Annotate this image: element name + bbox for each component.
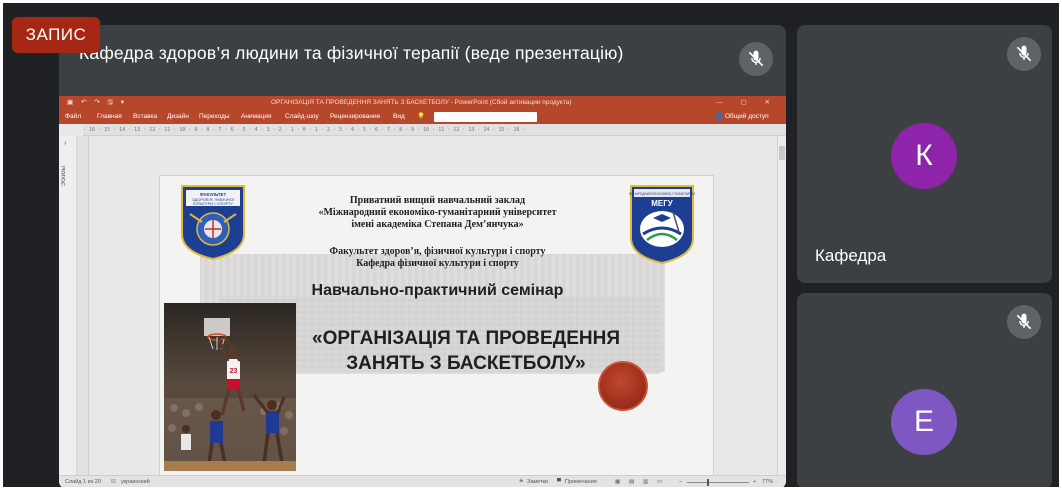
decorative-seal [598, 361, 648, 411]
ribbon-tab-review[interactable]: Рецензирование [330, 110, 380, 124]
faculty-line-1: Факультет здоров’я, фізичної культури і … [329, 246, 546, 257]
mic-off-glyph [1016, 313, 1032, 330]
participant-tile-1[interactable]: К Кафедра [797, 25, 1052, 283]
slide-sorter-icon[interactable]: ▤ [629, 476, 634, 487]
ppt-window-buttons[interactable]: — ▢ ✕ [716, 96, 778, 110]
thumbnails-label: Эскизы [61, 166, 67, 187]
lightbulb-icon: 💡 [417, 113, 426, 120]
zoom-in-icon[interactable]: + [753, 476, 756, 487]
zoom-slider-track[interactable] [687, 482, 749, 483]
normal-view-icon[interactable]: ▦ [615, 476, 620, 487]
shared-screen-powerpoint: ▣ ↶ ↷ 🖫 ▾ ОРГАНІЗАЦІЯ ТА ПРОВЕДЕННЯ ЗАНЯ… [59, 96, 786, 487]
comments-button[interactable]: Примечания [565, 476, 597, 487]
zoom-slider-knob[interactable] [707, 479, 709, 486]
user-icon: 👤 [715, 113, 724, 120]
ribbon-tab-home[interactable]: Главная [97, 110, 122, 124]
zoom-level[interactable]: 77% [762, 476, 773, 487]
ppt-horizontal-ruler: · 16 · 15 · 14 · 13 · 12 · 11 · 10 · 9 ·… [83, 124, 786, 136]
comments-icon: ▀ [557, 479, 561, 485]
reading-view-icon[interactable]: ▥ [643, 476, 648, 487]
chevron-right-icon[interactable]: › [64, 140, 66, 147]
meet-window: ЗАПИС Кафедра здоров’я людини та фізично… [3, 3, 1059, 487]
ppt-vertical-scrollbar[interactable] [777, 136, 786, 476]
svg-text:23: 23 [230, 368, 238, 375]
zoom-out-icon[interactable]: − [679, 476, 682, 487]
ribbon-tab-view[interactable]: Вид [393, 110, 405, 124]
participant-tile-2[interactable]: Е [797, 293, 1052, 487]
ribbon-tab-design[interactable]: Дизайн [167, 110, 189, 124]
participant-name: Кафедра [815, 246, 887, 265]
seminar-title: Навчально-практичний семінар [311, 282, 564, 299]
ribbon-tab-insert[interactable]: Вставка [133, 110, 157, 124]
notes-button[interactable]: Заметки [527, 476, 548, 487]
ppt-vertical-ruler [77, 136, 89, 476]
spellcheck-icon[interactable]: ☑ [111, 476, 116, 487]
notes-icon: ≜ [519, 479, 524, 485]
ppt-thumbnails-pane: › Эскизы [59, 136, 77, 476]
language-indicator[interactable]: украинский [121, 476, 150, 487]
ppt-share-button[interactable]: Общий доступ [725, 110, 769, 124]
ppt-title-bar: ▣ ↶ ↷ 🖫 ▾ ОРГАНІЗАЦІЯ ТА ПРОВЕДЕННЯ ЗАНЯ… [59, 96, 786, 110]
institution-line-3: імені академіка Степана Дем’янчука» [351, 219, 524, 230]
presenter-title: Кафедра здоров’я людини та фізичної тера… [79, 43, 624, 63]
mic-off-icon [739, 42, 773, 76]
presenter-tile[interactable]: Кафедра здоров’я людини та фізичної тера… [59, 25, 786, 487]
slide-canvas[interactable]: ФАКУЛЬТЕТ ЗДОРОВ’Я, ФІЗИЧНОЇ КУЛЬТУРИ І … [159, 175, 714, 487]
topic-line-1: «ОРГАНІЗАЦІЯ ТА ПРОВЕДЕННЯ [312, 328, 620, 349]
ribbon-tab-animation[interactable]: Анимация [241, 110, 272, 124]
mic-off-glyph [748, 50, 764, 67]
faculty-line-2: Кафедра фізичної культури і спорту [356, 258, 519, 269]
recording-badge: ЗАПИС [12, 17, 100, 53]
presenter-header: Кафедра здоров’я людини та фізичної тера… [59, 25, 786, 95]
mic-off-icon [1007, 305, 1041, 339]
avatar: Е [891, 389, 957, 455]
basketball-photo: 23 [164, 303, 296, 471]
mic-off-glyph [1016, 45, 1032, 62]
ppt-ribbon-tabs: Файл Главная Вставка Дизайн Переходы Ани… [59, 110, 786, 124]
ribbon-tab-file[interactable]: Файл [65, 110, 81, 124]
institution-line-1: Приватний вищий навчальний заклад [349, 195, 526, 206]
ppt-quick-access[interactable]: ▣ ↶ ↷ 🖫 ▾ [67, 96, 127, 110]
slideshow-view-icon[interactable]: ▭ [657, 476, 662, 487]
institution-line-2: «Міжнародний економіко-гуманітарний унів… [318, 207, 557, 218]
scrollbar-thumb[interactable] [779, 146, 785, 160]
ribbon-tab-transitions[interactable]: Переходы [199, 110, 230, 124]
ppt-status-bar: Слайд 1 из 20 ☑ украинский ≜ Заметки ▀ П… [59, 475, 786, 487]
avatar: К [891, 123, 957, 189]
ribbon-tab-slideshow[interactable]: Слайд-шоу [285, 110, 319, 124]
ppt-document-title: ОРГАНІЗАЦІЯ ТА ПРОВЕДЕННЯ ЗАНЯТЬ З БАСКЕ… [271, 99, 572, 106]
ppt-tell-me-input[interactable] [434, 112, 537, 122]
mic-off-icon [1007, 37, 1041, 71]
slide-counter: Слайд 1 из 20 [65, 479, 101, 485]
